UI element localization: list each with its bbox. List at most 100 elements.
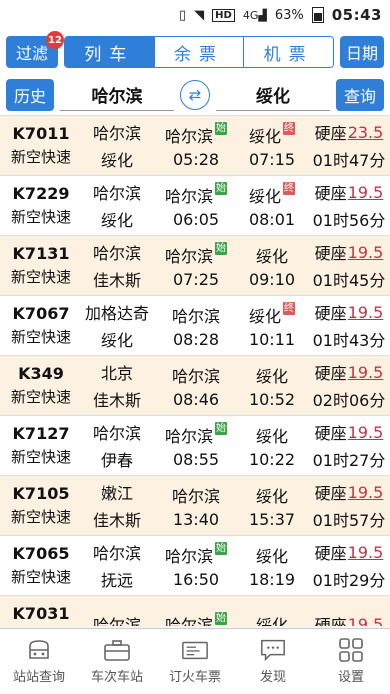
- duration: 01时45分: [312, 271, 386, 290]
- battery-icon: [311, 7, 324, 23]
- price-link[interactable]: 19.5: [348, 243, 384, 262]
- nav-label: 车次车站: [90, 670, 143, 685]
- filter-button[interactable]: 过滤 12: [6, 31, 64, 68]
- departure-cell: 哈尔滨 08:28: [154, 296, 238, 355]
- nav-item-2[interactable]: 订火车票: [156, 629, 234, 694]
- history-button[interactable]: 历史: [6, 78, 55, 111]
- seat-class: 硬座: [314, 184, 347, 203]
- nav-item-0[interactable]: 站站查询: [0, 629, 78, 694]
- duration: 01时27分: [312, 451, 386, 470]
- route-origin: 哈尔滨: [92, 244, 141, 263]
- arrival-time: 10:11: [248, 329, 296, 349]
- query-button[interactable]: 查询: [335, 78, 384, 111]
- train-number: K7131: [12, 244, 70, 263]
- nav-item-4[interactable]: 设置: [312, 629, 390, 694]
- swap-stations-icon[interactable]: ⇄: [180, 79, 210, 110]
- route-origin: 哈尔滨: [92, 544, 141, 563]
- departure-cell: 哈尔滨始 06:05: [154, 176, 238, 235]
- price-link[interactable]: 19.5: [348, 183, 384, 202]
- origin-tag: 始: [215, 242, 227, 255]
- price-link[interactable]: 19.5: [348, 543, 384, 562]
- status-bar: ▯ ◥ HD 4G▟ 63% 05:43: [0, 0, 390, 30]
- battery-percent: 63%: [274, 7, 304, 23]
- train-cell: K7229 新空快速: [2, 176, 80, 235]
- price-link[interactable]: 19.5: [348, 483, 384, 502]
- arrival-cell: 绥化 18:19: [238, 536, 306, 595]
- departure-time: 05:28: [172, 149, 220, 169]
- origin-tag: 始: [215, 182, 227, 195]
- departure-station: 哈尔滨: [171, 366, 220, 386]
- nav-item-1[interactable]: 车次车站: [78, 629, 156, 694]
- price-link[interactable]: 19.5: [348, 615, 384, 627]
- departure-cell: 哈尔滨 08:46: [154, 356, 238, 415]
- departure-time: 16:50: [172, 569, 220, 589]
- train-cell: K349 新空快速: [2, 356, 80, 415]
- departure-time: 08:55: [172, 449, 220, 469]
- train-row[interactable]: K7105 新空快速 嫩江 佳木斯 哈尔滨 13:40 绥化 15:37 硬座 1…: [0, 476, 390, 536]
- briefcase-icon: [103, 638, 131, 662]
- duration: 01时47分: [312, 151, 386, 170]
- departure-station: 哈尔滨: [164, 426, 213, 446]
- date-button[interactable]: 日期: [340, 36, 384, 68]
- fare-cell: 硬座 19.5 01时57分: [306, 476, 390, 535]
- route-terminus: 伊春: [100, 451, 133, 470]
- departure-time: 08:46: [172, 389, 220, 409]
- route-origin: 哈尔滨: [92, 184, 141, 203]
- train-row[interactable]: K7127 新空快速 哈尔滨 伊春 哈尔滨始 08:55 绥化 10:22 硬座…: [0, 416, 390, 476]
- departure-cell: 哈尔滨始: [154, 596, 238, 626]
- train-row[interactable]: K349 新空快速 北京 佳木斯 哈尔滨 08:46 绥化 10:52 硬座 19…: [0, 356, 390, 416]
- tab-flights[interactable]: 机票: [243, 37, 333, 67]
- arrival-time: 18:19: [248, 569, 296, 589]
- train-row[interactable]: K7067 新空快速 加格达奇 绥化 哈尔滨 08:28 绥化终 10:11 硬…: [0, 296, 390, 356]
- train-type: 新空快速: [10, 568, 71, 586]
- fare-cell: 硬座 19.5 01时45分: [306, 236, 390, 295]
- to-station-field[interactable]: 绥化: [216, 79, 330, 111]
- terminal-tag: 终: [283, 182, 295, 195]
- arrival-cell: 绥化终 08:01: [238, 176, 306, 235]
- train-front-icon: [25, 638, 53, 662]
- origin-tag: 始: [215, 122, 227, 135]
- departure-cell: 哈尔滨始 07:25: [154, 236, 238, 295]
- signal-icon: 4G▟: [242, 8, 267, 22]
- train-cell: K7067 新空快速: [2, 296, 80, 355]
- nav-label: 设置: [337, 670, 364, 685]
- train-type: 新空快速: [10, 208, 71, 226]
- top-toolbar: 过滤 12 列车 余票 机票 日期: [0, 30, 390, 74]
- arrival-station: 绥化: [255, 546, 288, 566]
- train-row[interactable]: K7131 新空快速 哈尔滨 佳木斯 哈尔滨始 07:25 绥化 09:10 硬…: [0, 236, 390, 296]
- train-number: K349: [18, 364, 64, 383]
- arrival-cell: 绥化 10:52: [238, 356, 306, 415]
- route-cell: 北京 佳木斯: [80, 356, 154, 415]
- departure-station: 哈尔滨: [164, 616, 213, 626]
- train-cell: K7105 新空快速: [2, 476, 80, 535]
- price-link[interactable]: 19.5: [348, 363, 384, 382]
- price-link[interactable]: 19.5: [348, 423, 384, 442]
- train-number: K7127: [12, 424, 70, 443]
- route-origin: 哈尔滨: [92, 424, 141, 443]
- arrival-cell: 绥化终 10:11: [238, 296, 306, 355]
- train-row[interactable]: K7031 新空快速 哈尔滨 哈尔滨始 绥化 硬座19.5: [0, 596, 390, 626]
- terminal-tag: 终: [283, 302, 295, 315]
- route-cell: 嫩江 佳木斯: [80, 476, 154, 535]
- tab-trains[interactable]: 列车: [65, 37, 154, 67]
- seat-class: 硬座: [314, 616, 347, 626]
- network-type: 4G: [242, 8, 259, 22]
- tab-remaining-tickets[interactable]: 余票: [153, 37, 244, 67]
- arrival-station: 绥化: [248, 126, 281, 146]
- duration: 01时43分: [312, 331, 386, 350]
- route-terminus: 绥化: [100, 331, 133, 350]
- train-number: K7065: [12, 544, 70, 563]
- seat-class: 硬座: [314, 484, 347, 503]
- arrival-cell: 绥化终 07:15: [238, 116, 306, 175]
- train-type: 新空快速: [10, 268, 71, 286]
- nav-item-3[interactable]: 发现: [234, 629, 312, 694]
- price-link[interactable]: 19.5: [348, 303, 384, 322]
- arrival-time: 07:15: [248, 149, 296, 169]
- from-station-field[interactable]: 哈尔滨: [60, 79, 174, 111]
- route-cell: 哈尔滨 佳木斯: [80, 236, 154, 295]
- train-row[interactable]: K7011 新空快速 哈尔滨 绥化 哈尔滨始 05:28 绥化终 07:15 硬…: [0, 116, 390, 176]
- train-row[interactable]: K7065 新空快速 哈尔滨 抚远 哈尔滨始 16:50 绥化 18:19 硬座…: [0, 536, 390, 596]
- price-link[interactable]: 23.5: [348, 123, 384, 142]
- arrival-time: 09:10: [248, 269, 296, 289]
- train-row[interactable]: K7229 新空快速 哈尔滨 绥化 哈尔滨始 06:05 绥化终 08:01 硬…: [0, 176, 390, 236]
